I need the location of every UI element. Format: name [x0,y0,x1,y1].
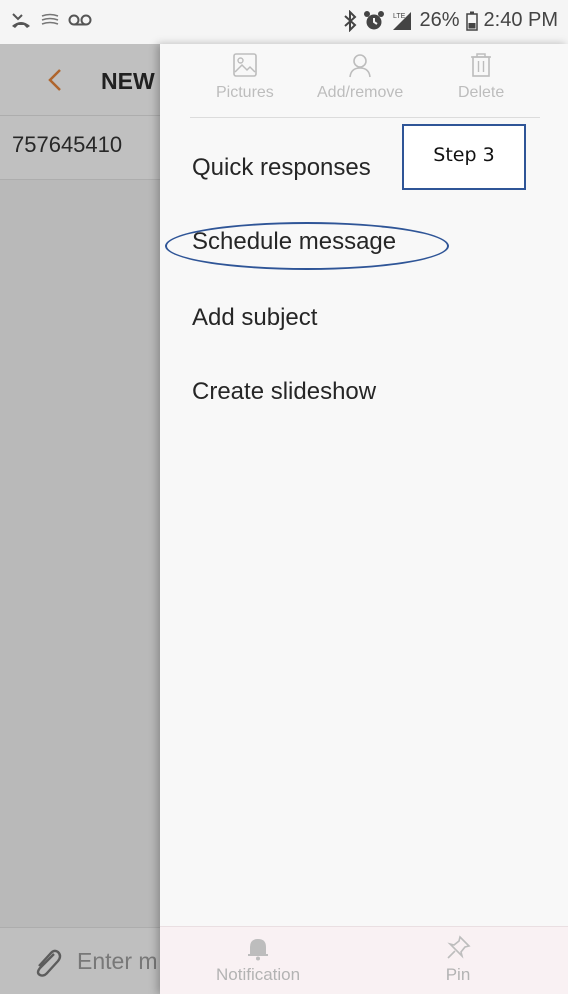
drawer-action-row: Pictures Add/remove Delete [160,44,568,118]
action-divider [190,117,540,118]
voicemail-icon [68,14,92,26]
delete-button[interactable]: Delete [458,52,504,102]
picture-icon [233,53,257,77]
pictures-button[interactable]: Pictures [216,52,274,102]
schedule-message-highlight [165,222,449,270]
bluetooth-icon [344,9,357,32]
drawer-bottom-bar: Notification Pin [160,926,568,994]
pictures-label: Pictures [216,84,274,101]
svg-text:LTE: LTE [393,13,406,20]
notification-label: Notification [216,965,301,984]
lte-signal-icon: LTE [393,11,412,30]
battery-percent: 26% [419,9,460,31]
status-left-icons [10,10,92,30]
menu-item-add-subject[interactable]: Add subject [192,304,317,332]
add-remove-label: Add/remove [317,84,404,101]
status-time: 2:40 PM [483,9,558,31]
status-bar: LTE 26% 2:40 PM [0,0,568,44]
trash-icon [471,53,492,77]
add-remove-button[interactable]: Add/remove [317,52,403,102]
person-icon [349,54,371,78]
message-icon [41,13,59,25]
bell-icon [248,939,269,961]
step-annotation-box: Step 3 [402,124,526,190]
alarm-icon [364,10,385,29]
pin-button[interactable]: Pin [445,935,471,985]
menu-item-quick-responses[interactable]: Quick responses [192,154,371,182]
notification-button[interactable]: Notification [216,935,300,985]
status-right-icons: LTE 26% 2:40 PM [343,9,558,32]
battery-icon [465,11,478,31]
delete-label: Delete [458,84,505,101]
pin-label: Pin [445,965,471,984]
pin-icon [447,935,471,959]
menu-item-create-slideshow[interactable]: Create slideshow [192,378,376,406]
missed-call-icon [12,13,30,28]
step-label: Step 3 [433,144,495,166]
